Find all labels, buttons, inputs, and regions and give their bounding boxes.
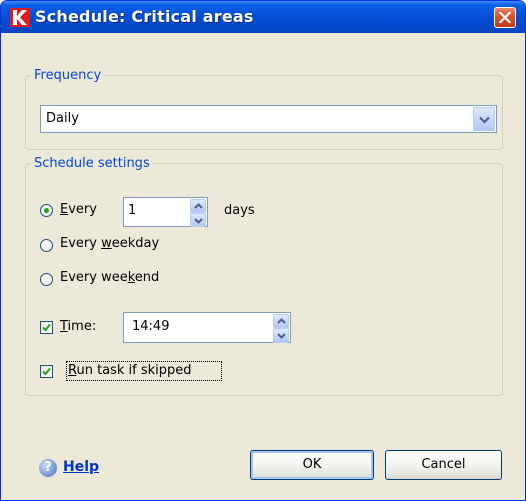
every-days-increment-button[interactable]: [190, 199, 206, 213]
close-icon: [499, 12, 511, 23]
schedule-dialog: Schedule: Critical areas Frequency Daily…: [0, 0, 526, 501]
weekend-label-after: end: [134, 270, 160, 285]
help-question-icon[interactable]: ?: [39, 459, 57, 477]
time-label[interactable]: Time:: [60, 319, 96, 334]
chevron-down-icon: [479, 116, 490, 124]
access-key-t: T: [60, 319, 68, 334]
weekday-label-after: eekday: [111, 236, 160, 251]
kaspersky-k-icon: [10, 8, 30, 27]
chevron-down-icon: [194, 218, 203, 224]
every-days-radio[interactable]: [40, 204, 53, 217]
run-skipped-label-rest: un task if skipped: [76, 363, 192, 378]
title-bar[interactable]: Schedule: Critical areas: [1, 1, 525, 33]
time-stepper[interactable]: 14:49: [123, 312, 291, 343]
weekend-label-before: Every wee: [60, 270, 128, 285]
frequency-selected-value: Daily: [46, 111, 79, 126]
checkmark-icon: [42, 323, 51, 332]
time-label-rest: ime:: [67, 319, 97, 334]
access-key-e: E: [60, 202, 69, 217]
access-key-w: w: [101, 236, 112, 251]
chevron-up-icon: [194, 203, 203, 209]
time-decrement-button[interactable]: [273, 328, 289, 343]
help-link[interactable]: Help: [63, 459, 99, 475]
days-unit-label: days: [224, 203, 255, 218]
every-days-label[interactable]: Every: [60, 202, 97, 217]
schedule-settings-legend: Schedule settings: [34, 156, 150, 171]
every-weekday-label[interactable]: Every weekday: [60, 236, 159, 251]
every-days-decrement-button[interactable]: [190, 213, 206, 227]
frequency-dropdown-button[interactable]: [473, 107, 495, 131]
close-button[interactable]: [494, 7, 516, 28]
every-days-value: 1: [128, 203, 137, 218]
time-checkbox[interactable]: [40, 321, 53, 334]
frequency-select[interactable]: Daily: [40, 105, 497, 133]
frequency-legend: Frequency: [34, 68, 102, 83]
every-days-stepper[interactable]: 1: [123, 197, 208, 227]
every-days-spin-buttons: [190, 199, 206, 227]
run-skipped-checkbox[interactable]: [40, 365, 53, 378]
time-increment-button[interactable]: [273, 314, 289, 328]
time-spin-buttons: [273, 314, 289, 343]
chevron-up-icon: [277, 318, 286, 324]
ok-button[interactable]: OK: [250, 450, 374, 480]
time-value: 14:49: [132, 319, 170, 334]
every-label-rest: very: [68, 202, 97, 217]
every-weekend-radio[interactable]: [40, 273, 53, 286]
window-title: Schedule: Critical areas: [35, 7, 254, 26]
every-weekday-radio[interactable]: [40, 239, 53, 252]
radio-selected-dot: [44, 208, 49, 213]
chevron-down-icon: [277, 333, 286, 339]
checkmark-icon: [42, 367, 51, 376]
run-skipped-label[interactable]: Run task if skipped: [68, 363, 192, 378]
access-key-k: k: [127, 270, 135, 285]
weekday-label-before: Every: [60, 236, 102, 251]
every-weekend-label[interactable]: Every weekend: [60, 270, 159, 285]
cancel-button[interactable]: Cancel: [385, 450, 502, 480]
